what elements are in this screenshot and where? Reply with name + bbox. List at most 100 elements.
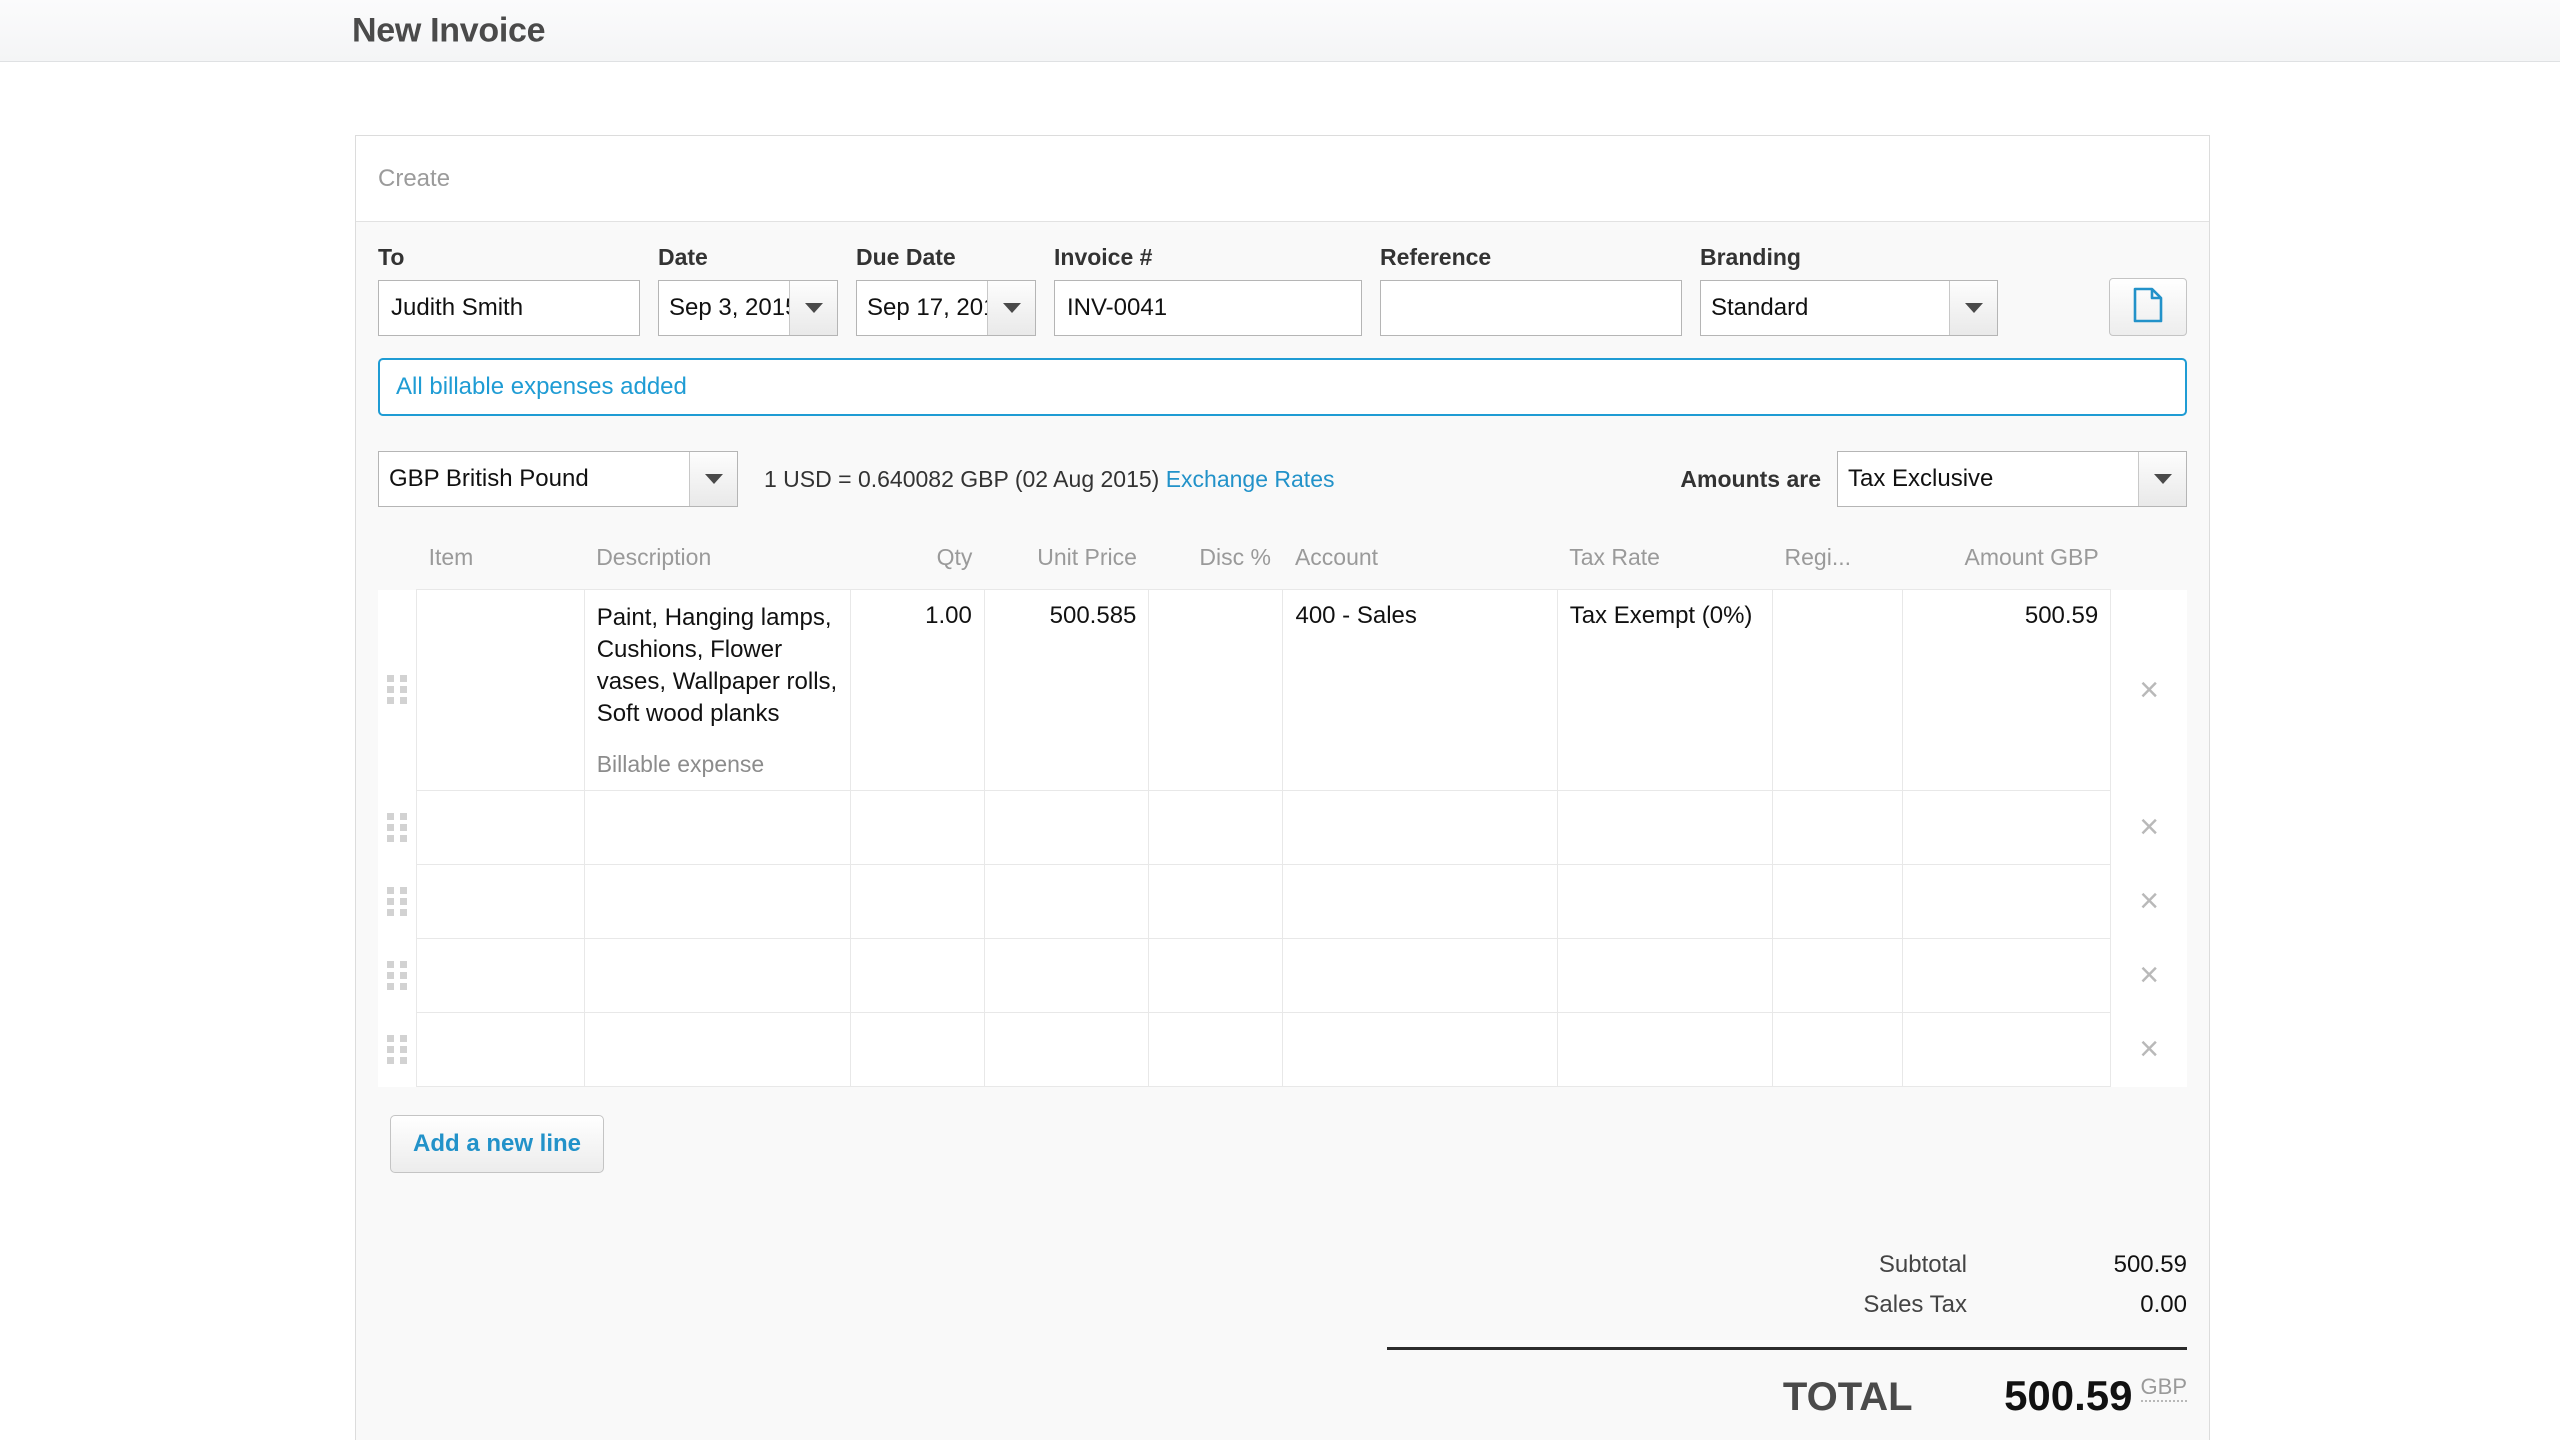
date-picker[interactable]: Sep 3, 2015 [658,280,838,336]
cell-qty[interactable]: 1.00 [849,589,985,791]
col-header-tax-rate: Tax Rate [1557,530,1773,590]
subtotal-label: Subtotal [1878,1250,1967,1278]
add-new-line-button[interactable]: Add a new line [390,1114,605,1173]
exchange-rates-link[interactable]: Exchange Rates [1166,466,1335,492]
app-header: New Invoice [0,0,2560,62]
cell-disc[interactable] [1148,937,1284,1013]
cell-description[interactable] [583,863,851,939]
cell-account[interactable] [1282,863,1558,939]
sales-tax-label: Sales Tax [1863,1290,1967,1318]
cell-tax-rate[interactable] [1556,789,1774,865]
cell-unit-price[interactable] [983,1011,1150,1087]
cell-amount[interactable] [1902,863,2112,939]
reference-label: Reference [1380,244,1492,270]
drag-handle-icon[interactable] [387,1034,408,1064]
cell-description[interactable] [583,1011,851,1087]
cell-disc[interactable] [1148,789,1284,865]
row-delete-cell: × [2111,1012,2187,1086]
cell-region[interactable] [1772,589,1904,791]
cell-item[interactable] [416,863,585,939]
cell-account[interactable]: 400 - Sales [1282,589,1558,791]
cell-description[interactable] [583,789,851,865]
row-drag-handle-cell [378,790,417,864]
table-row: × [378,863,2187,939]
cell-item[interactable] [416,589,585,791]
cell-disc[interactable] [1148,863,1284,939]
delete-row-icon[interactable]: × [2111,958,2187,992]
document-page-icon [2133,287,2163,328]
reference-input[interactable] [1380,280,1682,336]
amounts-are-dropdown-icon[interactable] [2138,452,2186,506]
cell-account[interactable] [1282,789,1558,865]
branding-value: Standard [1711,294,1809,321]
add-line-wrap: Add a new line [378,1087,2187,1173]
cell-account[interactable] [1282,1011,1558,1087]
due-date-label: Due Date [856,244,956,270]
cell-qty[interactable] [849,863,985,939]
branding-select[interactable]: Standard [1700,280,1998,336]
notice-text: All billable expenses added [396,373,687,400]
exchange-rate-value: 1 USD = 0.640082 GBP (02 Aug 2015) [764,465,1160,492]
cell-qty[interactable] [849,1011,985,1087]
cell-region[interactable] [1772,937,1904,1013]
cell-tax-rate[interactable] [1556,863,1774,939]
date-label: Date [658,244,708,270]
document-preview-button[interactable] [2109,278,2187,336]
cell-region[interactable] [1772,1011,1904,1087]
amounts-are-select[interactable]: Tax Exclusive [1837,451,2187,507]
line-items-body: Paint, Hanging lamps, Cushions, Flower v… [378,589,2187,1087]
cell-description[interactable] [583,937,851,1013]
delete-row-icon[interactable]: × [2111,673,2187,707]
cell-unit-price[interactable] [983,937,1150,1013]
cell-amount[interactable] [1902,937,2112,1013]
currency-select[interactable]: GBP British Pound [378,451,738,507]
cell-item[interactable] [416,937,585,1013]
cell-amount[interactable] [1902,789,2112,865]
invoice-number-input[interactable]: INV-0041 [1054,280,1362,336]
billable-expenses-notice: All billable expenses added [378,358,2187,416]
due-date-picker[interactable]: Sep 17, 2015 [856,280,1036,336]
branding-dropdown-icon[interactable] [1949,281,1997,335]
drag-handle-icon[interactable] [387,960,408,990]
drag-handle-icon[interactable] [387,886,408,916]
cell-tax-rate[interactable]: Tax Exempt (0%) [1556,589,1774,791]
drag-handle-icon[interactable] [387,812,408,842]
delete-row-icon[interactable]: × [2111,884,2187,918]
date-dropdown-icon[interactable] [789,281,837,335]
total-label: TOTAL [1782,1374,1913,1419]
cell-disc[interactable] [1148,1011,1284,1087]
cell-amount[interactable] [1902,1011,2112,1087]
field-group-reference: Reference [1380,244,1682,336]
currency-dropdown-icon[interactable] [689,452,737,506]
cell-unit-price[interactable]: 500.585 [983,589,1150,791]
col-header-region: Regi... [1772,530,1903,590]
panel-body: To Judith Smith Date Sep 3, 2015 Due Dat… [356,222,2209,1440]
due-date-dropdown-icon[interactable] [987,281,1035,335]
cell-description[interactable]: Paint, Hanging lamps, Cushions, Flower v… [583,589,851,791]
col-header-disc: Disc % [1148,530,1283,590]
col-header-unit-price: Unit Price [984,530,1149,590]
cell-unit-price[interactable] [983,789,1150,865]
drag-handle-icon[interactable] [387,675,408,705]
cell-item[interactable] [416,789,585,865]
row-drag-handle-cell [378,590,417,791]
cell-region[interactable] [1772,789,1904,865]
cell-amount[interactable]: 500.59 [1902,589,2112,791]
amounts-are-value: Tax Exclusive [1848,465,1994,492]
cell-tax-rate[interactable] [1556,1011,1774,1087]
to-input[interactable]: Judith Smith [378,280,640,336]
cell-region[interactable] [1772,863,1904,939]
cell-disc[interactable] [1148,589,1284,791]
cell-qty[interactable] [849,937,985,1013]
cell-unit-price[interactable] [983,863,1150,939]
cell-account[interactable] [1282,937,1558,1013]
cell-qty[interactable] [849,789,985,865]
cell-tax-rate[interactable] [1556,937,1774,1013]
amounts-are-group: Amounts are Tax Exclusive [1680,451,2187,507]
subtotal-row: Subtotal 500.59 [1387,1245,2187,1285]
delete-row-icon[interactable]: × [2111,810,2187,844]
delete-row-icon[interactable]: × [2111,1032,2187,1066]
row-delete-cell: × [2111,590,2187,791]
panel-header: Create [356,136,2209,222]
cell-item[interactable] [416,1011,585,1087]
